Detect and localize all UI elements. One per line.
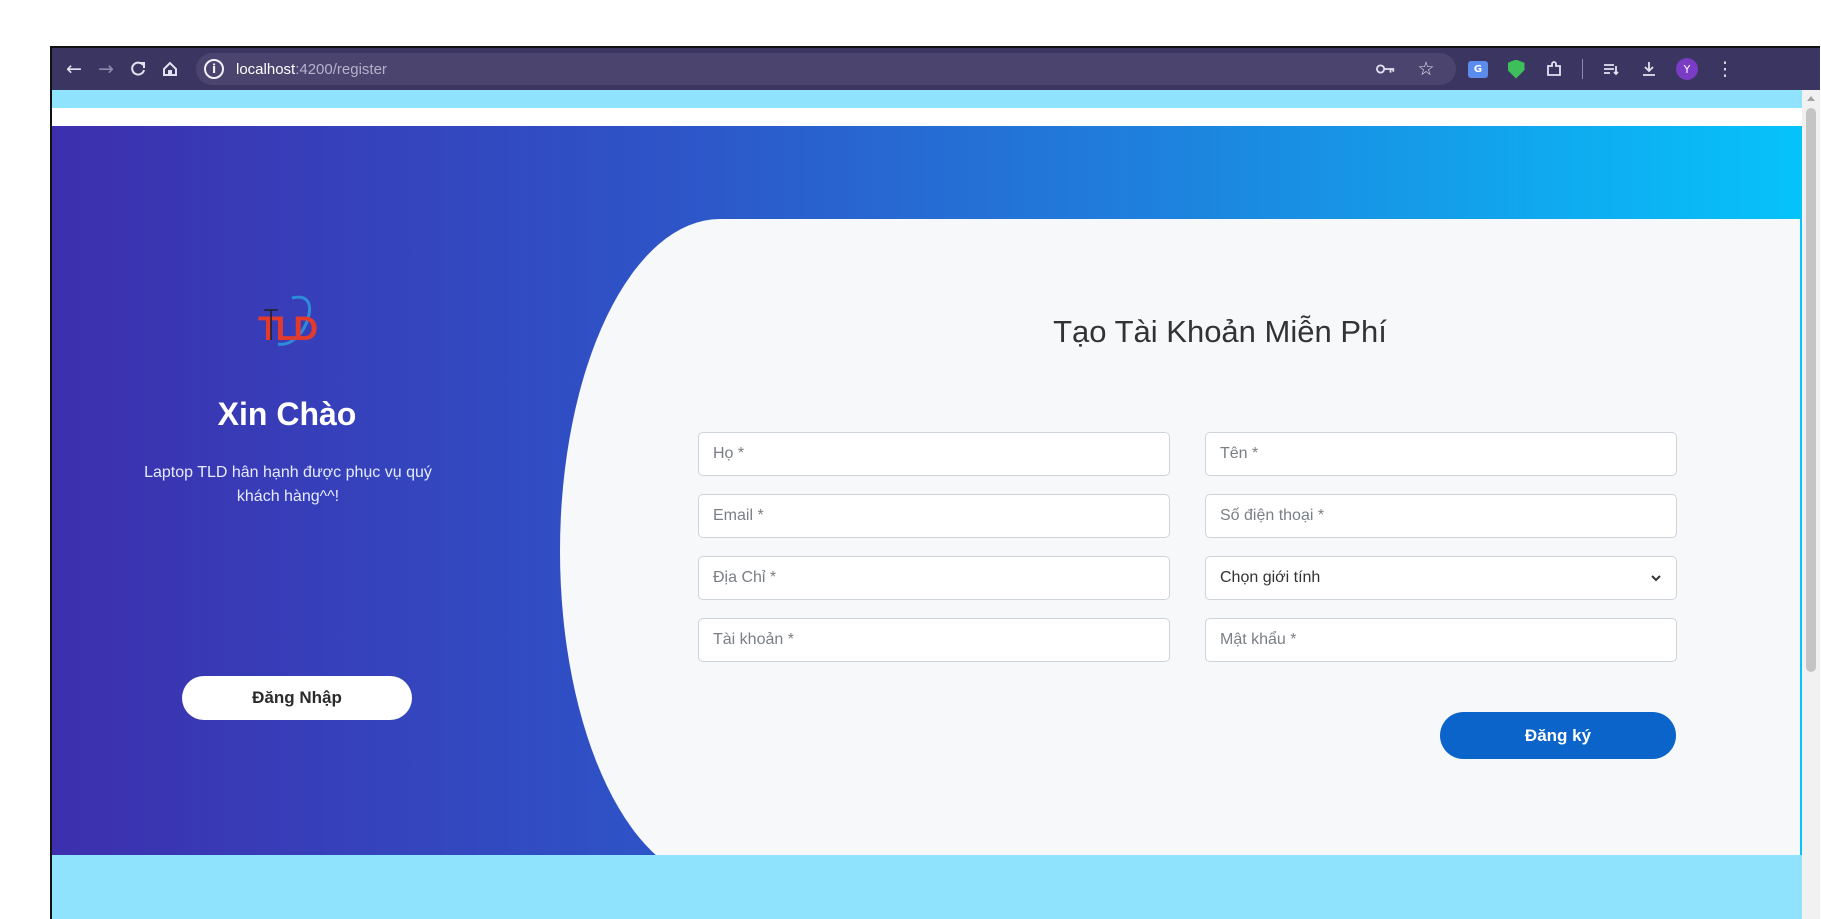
gender-select[interactable]: Chọn giới tính bbox=[1205, 556, 1677, 600]
bottom-band bbox=[52, 855, 1804, 919]
svg-text:TLD: TLD bbox=[258, 310, 318, 348]
register-form-panel: Tạo Tài Khoản Miễn Phí Chọn giới tính Đă… bbox=[560, 219, 1800, 883]
gender-select-value: Chọn giới tính bbox=[1220, 569, 1321, 586]
extension-shield-icon[interactable] bbox=[1500, 53, 1532, 85]
first-name-input[interactable] bbox=[1205, 432, 1677, 476]
form-title: Tạo Tài Khoản Miễn Phí bbox=[1053, 314, 1387, 349]
welcome-title: Xin Chào bbox=[217, 396, 357, 432]
top-band bbox=[52, 90, 1804, 108]
download-icon[interactable] bbox=[1633, 53, 1665, 85]
password-key-icon[interactable] bbox=[1370, 53, 1402, 85]
address-input[interactable] bbox=[698, 556, 1170, 600]
tld-logo: TLD bbox=[256, 294, 321, 350]
home-icon[interactable] bbox=[154, 53, 186, 85]
back-icon[interactable]: ← bbox=[58, 53, 90, 85]
extension-translate-icon[interactable]: G bbox=[1462, 53, 1494, 85]
username-input[interactable] bbox=[698, 618, 1170, 662]
profile-avatar[interactable]: Y bbox=[1671, 53, 1703, 85]
welcome-message: Laptop TLD hân hạnh được phục vụ quý khá… bbox=[144, 464, 432, 505]
scroll-up-arrow-icon[interactable] bbox=[1807, 96, 1815, 101]
login-button[interactable]: Đăng Nhập bbox=[182, 676, 412, 720]
password-input[interactable] bbox=[1205, 618, 1677, 662]
last-name-input[interactable] bbox=[698, 432, 1170, 476]
phone-input[interactable] bbox=[1205, 494, 1677, 538]
bookmark-star-icon[interactable]: ☆ bbox=[1410, 53, 1442, 85]
site-info-icon[interactable]: i bbox=[204, 59, 224, 79]
url-text: localhost:4200/register bbox=[236, 60, 387, 78]
address-bar[interactable]: i localhost:4200/register ☆ bbox=[196, 53, 1456, 85]
reading-list-icon[interactable] bbox=[1595, 53, 1627, 85]
scrollbar-thumb[interactable] bbox=[1806, 108, 1816, 672]
page-scrollbar[interactable] bbox=[1802, 90, 1820, 919]
page-content: TLD Xin Chào Laptop TLD hân hạnh được ph… bbox=[52, 90, 1804, 919]
email-input[interactable] bbox=[698, 494, 1170, 538]
reload-icon[interactable] bbox=[122, 53, 154, 85]
toolbar-separator bbox=[1582, 59, 1583, 79]
extensions-puzzle-icon[interactable] bbox=[1538, 53, 1570, 85]
chevron-down-icon bbox=[1651, 575, 1661, 582]
forward-icon[interactable]: → bbox=[90, 53, 122, 85]
menu-kebab-icon[interactable]: ⋮ bbox=[1709, 53, 1741, 85]
register-button[interactable]: Đăng ký bbox=[1440, 712, 1676, 759]
browser-toolbar: ← → i localhost:4200/register ☆ G Y ⋮ bbox=[52, 48, 1820, 90]
browser-window: ← → i localhost:4200/register ☆ G Y ⋮ TL… bbox=[50, 46, 1820, 919]
register-hero: TLD Xin Chào Laptop TLD hân hạnh được ph… bbox=[52, 126, 1804, 890]
